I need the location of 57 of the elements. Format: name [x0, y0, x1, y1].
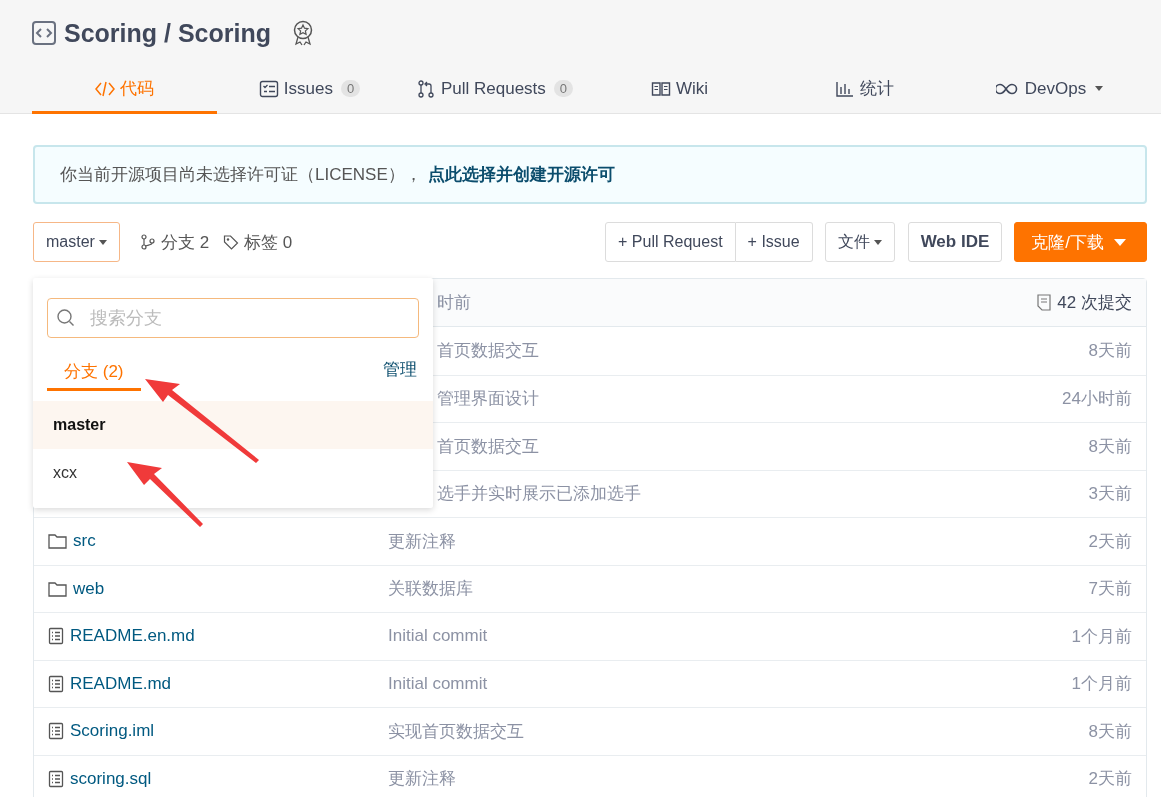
file-icon [48, 769, 64, 788]
commit-time: 8天前 [1088, 720, 1132, 743]
notice-text: 你当前开源项目尚未选择许可证（LICENSE）， [60, 164, 422, 186]
commit-time: 24小时前 [1062, 388, 1132, 411]
caret-icon [1114, 238, 1126, 246]
nav-tab[interactable]: Pull Requests 0 [402, 62, 587, 114]
branch-item[interactable]: master [33, 401, 433, 449]
pull-request-icon [415, 78, 436, 99]
code-icon [32, 21, 56, 45]
repo-title[interactable]: Scoring / Scoring [64, 18, 271, 48]
file-link[interactable]: Scoring.iml [70, 721, 155, 742]
file-link[interactable]: README.md [70, 673, 172, 694]
branches-link[interactable]: 分支 2 [139, 230, 210, 254]
commit-time: 1个月前 [1071, 625, 1132, 648]
commit-time: 时前 [436, 292, 472, 314]
toolbar-button[interactable]: + Issue [735, 222, 813, 262]
award-icon [291, 20, 315, 46]
document-icon [1037, 294, 1052, 311]
nav-tab[interactable]: 统计 [772, 62, 957, 114]
caret-icon [1095, 86, 1104, 91]
commit-time: 8天前 [1088, 340, 1132, 363]
caret-icon [98, 239, 107, 245]
file-menu-button[interactable]: 文件 [824, 222, 895, 262]
count-badge: 0 [340, 80, 361, 97]
branch-select[interactable]: master [33, 222, 120, 262]
file-link[interactable]: web [73, 578, 105, 599]
nav-tab[interactable]: DevOps [957, 62, 1142, 114]
toolbar-button[interactable]: + Pull Request [605, 222, 736, 262]
license-link[interactable]: 点此选择并创建开源许可 [427, 163, 615, 186]
checklist-icon [258, 78, 279, 99]
nav-tab[interactable]: Issues 0 [217, 62, 402, 114]
folder-icon [48, 532, 67, 551]
manage-link[interactable]: 管理 [383, 358, 417, 381]
file-icon [48, 627, 64, 646]
search-field[interactable]: 搜索分支 [47, 298, 419, 338]
folder-icon [48, 579, 67, 598]
commit-time: 3天前 [1088, 483, 1132, 506]
branch-item[interactable]: xcx [33, 449, 433, 497]
commit-time: 2天前 [1088, 530, 1132, 553]
count-badge: 0 [553, 80, 574, 97]
commit-time: 2天前 [1088, 768, 1132, 791]
file-icon [48, 722, 64, 741]
commit-time: 7天前 [1088, 578, 1132, 601]
commit-time: 1个月前 [1071, 673, 1132, 696]
tags-link[interactable]: 标签 0 [223, 230, 293, 254]
nav-tab[interactable]: Wiki [587, 62, 772, 114]
branch-icon [139, 234, 156, 250]
file-icon [48, 674, 64, 693]
search-icon [56, 308, 76, 328]
web-ide-button[interactable]: Web IDE [907, 222, 1003, 262]
file-link[interactable]: src [73, 531, 96, 552]
caret-icon [873, 239, 882, 245]
commits-link[interactable]: 42 次提交 [1037, 291, 1132, 314]
file-link[interactable]: scoring.sql [70, 768, 152, 789]
tag-icon [223, 234, 240, 250]
commit-time: 8天前 [1088, 435, 1132, 458]
file-link[interactable]: README.en.md [70, 626, 195, 647]
